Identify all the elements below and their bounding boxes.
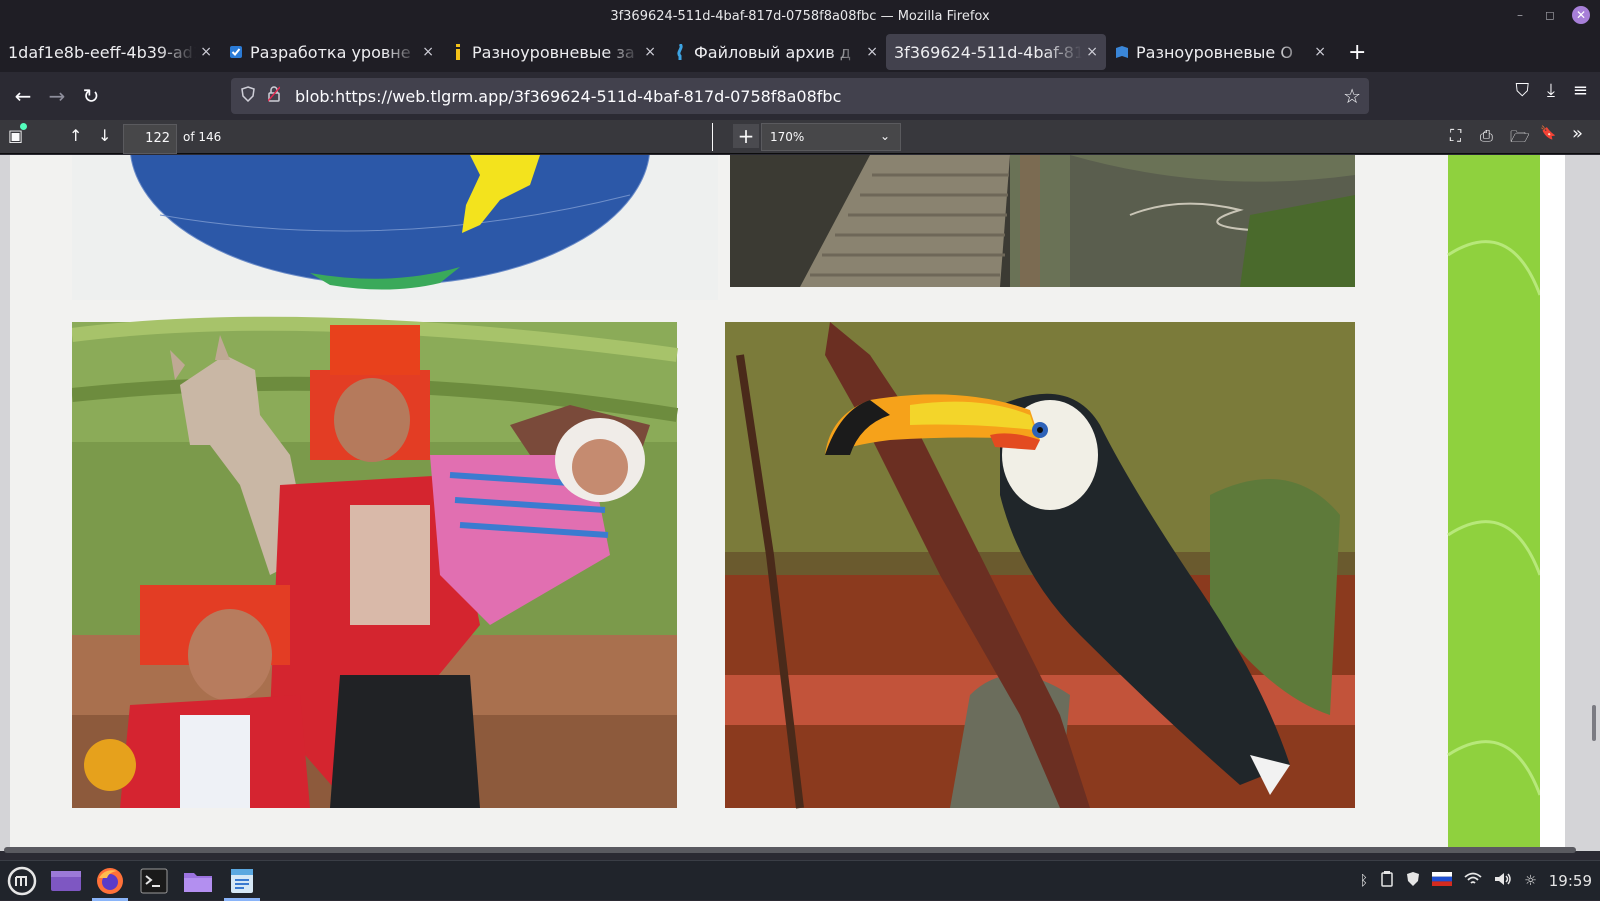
download-icon[interactable]: ⤓ bbox=[1547, 80, 1555, 101]
tab-label: 3f369624-511d-4baf-817d- bbox=[894, 42, 1083, 62]
mountain-stairs-image bbox=[730, 155, 1355, 287]
minimize-button[interactable]: – bbox=[1512, 8, 1528, 22]
chevron-down-icon: ⌄ bbox=[879, 129, 890, 143]
tab-bar: 1daf1e8b-eeff-4b39-ad16- × Разработка ур… bbox=[0, 32, 1600, 72]
zoom-select[interactable]: 170% ⌄ bbox=[761, 123, 901, 151]
system-tray: ᛒ ☼ 19:59 bbox=[1360, 861, 1592, 901]
window-titlebar: 3f369624-511d-4baf-817d-0758f8a08fbc — M… bbox=[0, 0, 1600, 32]
tab-5-active[interactable]: 3f369624-511d-4baf-817d- × bbox=[886, 34, 1106, 70]
page-total-label: of 146 bbox=[183, 130, 222, 144]
tab-close-icon[interactable]: × bbox=[422, 44, 434, 60]
andean-people-llama-image bbox=[71, 316, 679, 808]
tab-2[interactable]: Разработка уровне × bbox=[220, 34, 442, 70]
pdf-viewer[interactable] bbox=[0, 155, 1600, 851]
toucan-image bbox=[725, 322, 1355, 809]
terminal-icon[interactable] bbox=[132, 861, 176, 901]
navigation-bar: ← → ↻ blob:https://web.tlgrm.app/3f36962… bbox=[0, 72, 1600, 120]
tab-label: Разработка уровне bbox=[250, 42, 411, 62]
url-bar[interactable]: blob:https://web.tlgrm.app/3f369624-511d… bbox=[231, 78, 1369, 114]
tab-label: 1daf1e8b-eeff-4b39-ad16- bbox=[8, 42, 196, 62]
previous-page-button[interactable]: ↑ bbox=[69, 126, 82, 145]
toolbar-right: ⛉ ⤓ ≡ bbox=[1515, 80, 1588, 101]
lock-icon[interactable] bbox=[261, 86, 287, 106]
keyboard-layout-flag-icon[interactable] bbox=[1432, 872, 1453, 890]
tab-3[interactable]: Разноуровневые за × bbox=[442, 34, 664, 70]
taskbar: ᛒ ☼ 19:59 bbox=[0, 860, 1600, 901]
tab-close-icon[interactable]: × bbox=[200, 44, 212, 60]
firefox-icon[interactable] bbox=[88, 861, 132, 901]
pdf-toolbar: ▣ ↑ ↓ 122 of 146 + 170% ⌄ ⛶ ⎙ 🗁 🔖 » bbox=[0, 120, 1600, 154]
start-menu-icon[interactable] bbox=[0, 861, 44, 901]
tab-close-icon[interactable]: × bbox=[1086, 44, 1098, 60]
next-page-button[interactable]: ↓ bbox=[98, 126, 111, 145]
brightness-icon[interactable]: ☼ bbox=[1524, 873, 1537, 889]
tab-1[interactable]: 1daf1e8b-eeff-4b39-ad16- × bbox=[0, 34, 220, 70]
window-controls: – ◻ ✕ bbox=[1512, 6, 1590, 24]
volume-icon[interactable] bbox=[1494, 872, 1512, 890]
globe-image bbox=[58, 155, 718, 300]
back-button[interactable]: ← bbox=[6, 79, 40, 113]
tab-close-icon[interactable]: × bbox=[644, 44, 656, 60]
pocket-icon[interactable]: ⛉ bbox=[1515, 80, 1529, 101]
checkbox-icon bbox=[228, 44, 244, 60]
tab-label: Файловый архив д bbox=[694, 42, 851, 62]
clipboard-icon[interactable] bbox=[1380, 871, 1394, 891]
book-icon bbox=[1114, 44, 1130, 60]
tab-close-icon[interactable]: × bbox=[866, 44, 878, 60]
tab-close-icon[interactable]: × bbox=[1314, 44, 1326, 60]
horizontal-scrollbar[interactable] bbox=[4, 847, 1576, 853]
tab-label: Разноуровневые О bbox=[1136, 42, 1293, 62]
window-title: 3f369624-511d-4baf-817d-0758f8a08fbc — M… bbox=[610, 8, 990, 24]
bluetooth-icon[interactable]: ᛒ bbox=[1360, 873, 1368, 889]
url-text[interactable]: blob:https://web.tlgrm.app/3f369624-511d… bbox=[295, 87, 841, 106]
print-icon[interactable]: ⎙ bbox=[1480, 126, 1493, 146]
info-icon bbox=[450, 44, 466, 60]
page-number-input[interactable]: 122 bbox=[123, 124, 177, 154]
menu-icon[interactable]: ≡ bbox=[1573, 80, 1588, 101]
forward-button[interactable]: → bbox=[40, 79, 74, 113]
tab-label: Разноуровневые за bbox=[472, 42, 635, 62]
new-tab-button[interactable]: + bbox=[1348, 40, 1366, 65]
tab-6[interactable]: Разноуровневые О × bbox=[1106, 34, 1334, 70]
presentation-mode-icon[interactable]: ⛶ bbox=[1450, 126, 1461, 146]
reload-button[interactable]: ↻ bbox=[74, 79, 108, 113]
bookmark-icon[interactable]: 🔖 bbox=[1540, 126, 1556, 141]
close-window-button[interactable]: ✕ bbox=[1572, 6, 1590, 24]
maximize-button[interactable]: ◻ bbox=[1542, 8, 1558, 22]
page-illustrations bbox=[58, 155, 1565, 851]
zoom-out-button[interactable] bbox=[712, 123, 713, 151]
bookmark-star-icon[interactable]: ☆ bbox=[1343, 84, 1361, 108]
security-shield-icon[interactable] bbox=[1406, 871, 1420, 891]
more-tools-icon[interactable]: » bbox=[1572, 123, 1583, 144]
save-icon[interactable]: 🗁 bbox=[1510, 126, 1530, 153]
zoom-level: 170% bbox=[770, 130, 805, 144]
tab-4[interactable]: Файловый архив д × bbox=[664, 34, 886, 70]
pdf-page bbox=[10, 155, 1565, 851]
shield-icon[interactable] bbox=[235, 86, 261, 106]
files-icon[interactable] bbox=[176, 861, 220, 901]
notification-dot bbox=[20, 123, 27, 130]
clock[interactable]: 19:59 bbox=[1549, 872, 1592, 890]
wifi-icon[interactable] bbox=[1464, 872, 1482, 890]
archive-icon bbox=[672, 44, 688, 60]
workspace-icon[interactable] bbox=[44, 861, 88, 901]
zoom-in-button[interactable]: + bbox=[733, 124, 759, 148]
vertical-scrollbar[interactable] bbox=[1592, 705, 1596, 741]
text-editor-icon[interactable] bbox=[220, 861, 264, 901]
